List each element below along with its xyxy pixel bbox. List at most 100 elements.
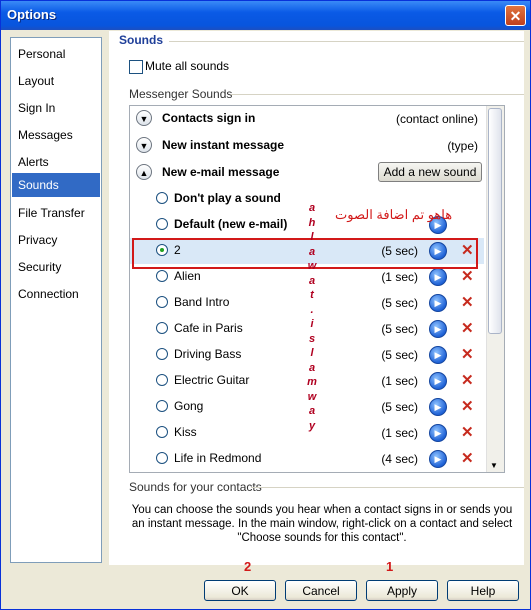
radio-button[interactable] [156,322,168,334]
delete-x-icon[interactable]: ✕ [461,319,474,337]
delete-x-icon[interactable]: ✕ [461,449,474,467]
radio-button[interactable] [156,348,168,360]
sound-option-label: Alien [174,269,201,283]
help-button[interactable]: Help [447,580,519,601]
close-button[interactable]: ✕ [505,5,526,26]
sound-duration: (5 sec) [381,322,418,336]
event-new-email-message[interactable]: ▲ New e-mail message Add a new sound [130,160,484,186]
group-divider [231,94,524,95]
event-label: New instant message [162,138,285,152]
nav-item-file-transfer[interactable]: File Transfer [12,201,100,225]
radio-button[interactable] [156,426,168,438]
chevron-down-icon[interactable]: ▼ [136,137,152,153]
event-contacts-sign-in[interactable]: ▼ Contacts sign in (contact online) [130,106,484,132]
radio-button[interactable] [156,296,168,308]
nav-item-security[interactable]: Security [12,255,100,279]
sound-option-label: Gong [174,399,204,413]
nav-item-personal[interactable]: Personal [12,42,100,66]
sound-option-label: Default (new e-mail) [174,217,288,231]
radio-button[interactable] [156,400,168,412]
radio-button[interactable] [156,192,168,204]
watermark-letter: y [308,419,316,432]
watermark-letter: a [308,245,316,258]
nav-item-sounds[interactable]: Sounds [12,173,100,197]
sound-duration: (1 sec) [381,270,418,284]
play-icon[interactable]: ▶ [429,346,447,364]
nav-item-layout[interactable]: Layout [12,69,100,93]
nav-item-privacy[interactable]: Privacy [12,228,100,252]
nav-item-alerts[interactable]: Alerts [12,150,100,174]
mute-label: Mute all sounds [145,59,230,73]
nav-item-connection[interactable]: Connection [12,282,100,306]
contacts-divider [251,487,524,488]
delete-x-icon[interactable]: ✕ [461,371,474,389]
watermark-letter: i [310,318,314,330]
play-icon[interactable]: ▶ [429,450,447,468]
sound-option-label: Life in Redmond [174,451,262,465]
vertical-scrollbar[interactable]: ▼ [486,106,504,472]
step-number-1: 1 [386,559,394,574]
sound-duration: (1 sec) [381,426,418,440]
title-bar: Options ✕ [1,1,530,30]
step-number-2: 2 [244,559,252,574]
sound-option-life-in-redmond[interactable]: Life in Redmond (4 sec) ▶ ✕ [130,446,484,472]
delete-x-icon[interactable]: ✕ [461,293,474,311]
sound-duration: (5 sec) [381,296,418,310]
play-icon[interactable]: ▶ [429,320,447,338]
cancel-button[interactable]: Cancel [285,580,357,601]
vertical-watermark: a h l a w a t . i s l a m w a y [305,201,319,433]
checkbox-box[interactable] [129,60,143,74]
watermark-letter: m [307,376,317,388]
sound-option-label: Kiss [174,425,197,439]
window-title: Options [7,7,57,22]
radio-button[interactable] [156,218,168,230]
watermark-letter: a [308,361,316,374]
event-new-instant-message[interactable]: ▼ New instant message (type) [130,133,484,159]
nav-item-sign-in[interactable]: Sign In [12,96,100,120]
apply-button[interactable]: Apply [366,580,438,601]
sound-option-label: Band Intro [174,295,230,309]
ok-button[interactable]: OK [204,580,276,601]
arabic-annotation: هاهو تم اضافة الصوت [335,207,453,222]
delete-x-icon[interactable]: ✕ [461,267,474,285]
delete-x-icon[interactable]: ✕ [461,397,474,415]
add-new-sound-button[interactable]: Add a new sound [378,162,482,182]
sound-duration: (5 sec) [381,400,418,414]
radio-button[interactable] [156,452,168,464]
event-value: (contact online) [395,112,478,126]
section-divider [169,41,524,42]
options-window: Options ✕ Personal Layout Sign In Messag… [0,0,531,610]
event-label: Contacts sign in [162,111,256,125]
scrollbar-thumb[interactable] [488,108,502,334]
sound-duration: (5 sec) [381,348,418,362]
category-list: Personal Layout Sign In Messages Alerts … [10,37,102,563]
sound-option-label: Don't play a sound [174,191,281,205]
play-icon[interactable]: ▶ [429,268,447,286]
nav-item-messages[interactable]: Messages [12,123,100,147]
watermark-letter: a [308,274,316,287]
event-value: (type) [447,139,478,153]
play-icon[interactable]: ▶ [429,398,447,416]
watermark-letter: w [307,260,317,272]
watermark-letter: w [307,390,317,403]
watermark-letter: l [310,231,314,243]
watermark-letter: a [308,202,316,214]
sound-duration: (4 sec) [381,452,418,466]
watermark-letter: h [308,216,316,229]
play-icon[interactable]: ▶ [429,424,447,442]
chevron-up-icon[interactable]: ▲ [136,164,152,180]
scroll-down-arrow-icon[interactable]: ▼ [490,461,498,470]
play-icon[interactable]: ▶ [429,294,447,312]
radio-button[interactable] [156,270,168,282]
delete-x-icon[interactable]: ✕ [461,423,474,441]
event-label: New e-mail message [162,165,280,179]
sound-option-label: Electric Guitar [174,373,250,387]
section-title: Sounds [119,33,163,47]
delete-x-icon[interactable]: ✕ [461,345,474,363]
play-icon[interactable]: ▶ [429,372,447,390]
watermark-letter: . [310,303,314,316]
sound-option-label: Cafe in Paris [174,321,243,335]
watermark-letter: t [310,289,314,301]
chevron-down-icon[interactable]: ▼ [136,110,152,126]
radio-button[interactable] [156,374,168,386]
